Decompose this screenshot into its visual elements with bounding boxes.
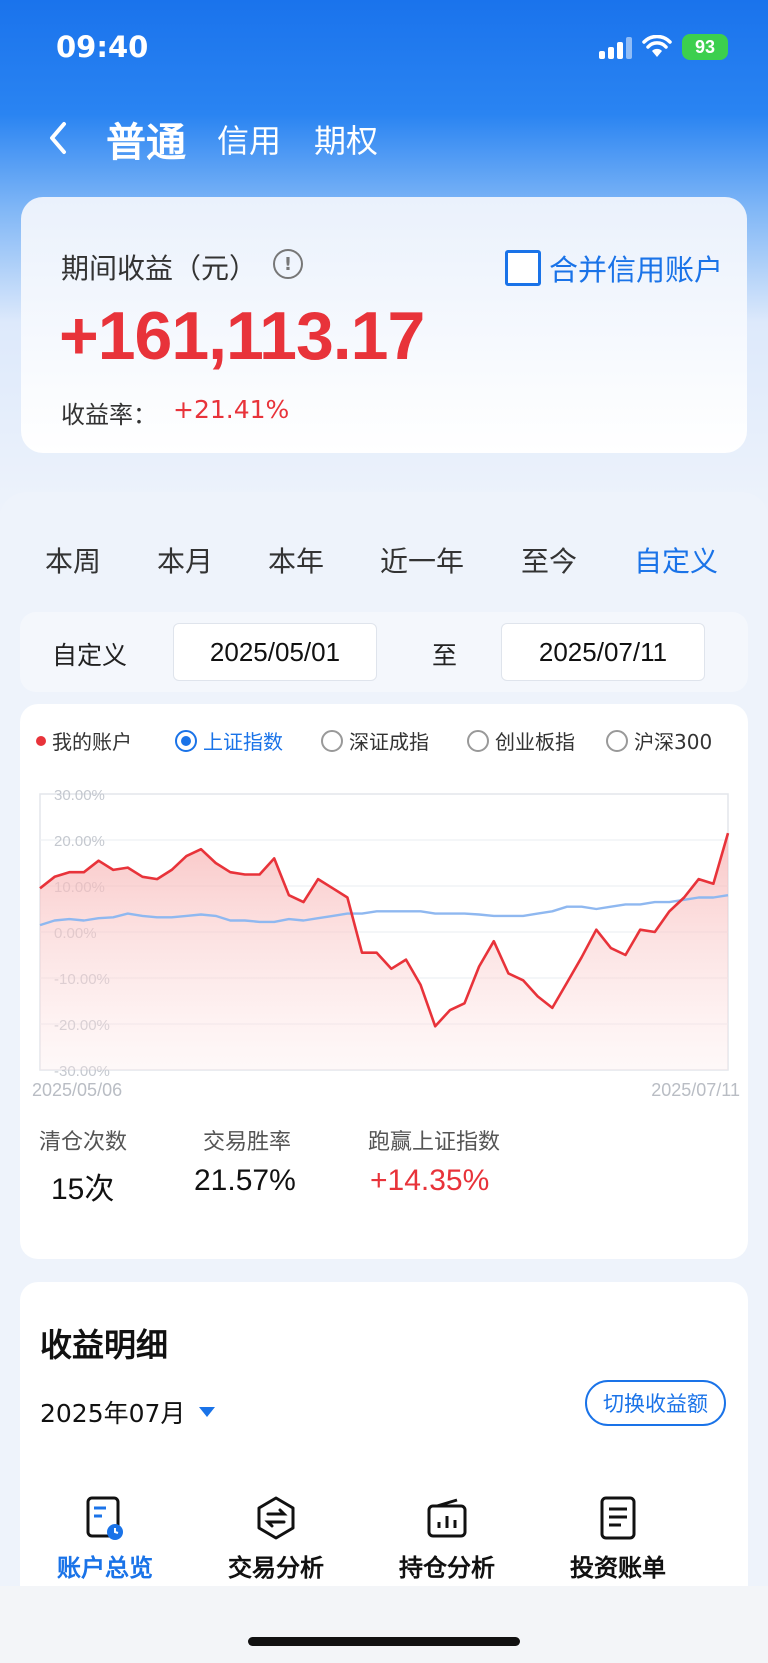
period-tab-month[interactable]: 本月 [157,540,213,580]
battery-icon: 93 [682,34,728,60]
legend-label: 我的账户 [52,730,132,754]
tab-credit[interactable]: 信用 [217,116,281,162]
radio-icon[interactable] [467,729,489,752]
radio-icon[interactable] [175,729,197,752]
switch-profit-amount-button[interactable]: 切换收益额 [585,1380,726,1426]
my-account-area [40,833,728,1070]
merge-credit-label: 合并信用账户 [548,253,723,287]
bottom-tab-position-analysis[interactable]: 持仓分析 [362,1494,532,1583]
back-arrow-icon[interactable] [40,116,80,160]
legend-csi300-index[interactable]: 沪深300 [606,726,712,755]
legend-szse-index[interactable]: 深证成指 [321,726,429,755]
custom-date-range: 自定义 2025/05/01 至 2025/07/11 [20,612,748,692]
y-tick-label: 30.00% [54,787,105,804]
bottom-tab-account-overview[interactable]: 账户总览 [20,1494,190,1583]
bottom-tab-label: 交易分析 [228,1554,324,1582]
status-icons: 93 [599,34,728,60]
legend-label: 沪深300 [634,730,713,754]
y-tick-label: 20.00% [54,833,105,850]
period-tab-to-date[interactable]: 至今 [521,540,577,580]
stat-label-win-rate: 交易胜率 [203,1130,292,1155]
investment-bill-icon [600,1496,636,1540]
month-label: 2025年07月 [40,1399,186,1428]
period-profit-label: 期间收益（元） [61,252,258,285]
bottom-tab-label: 投资账单 [570,1554,666,1582]
radio-icon[interactable] [606,729,628,752]
end-date-input[interactable]: 2025/07/11 [501,623,705,681]
chart-legend: 我的账户 上证指数 深证成指 创业板指 沪深300 [36,726,746,762]
period-profit-value: +161,113.17 [59,298,425,374]
stat-label-beat-index: 跑赢上证指数 [368,1130,501,1155]
stat-value-clear-count: 15次 [51,1173,115,1206]
bottom-navigation: 账户总览 交易分析 持仓分析 投资账单 [20,1476,748,1586]
trade-stats: 清仓次数 15次 交易胜率 21.57% 跑赢上证指数 +14.35% [20,1124,748,1224]
legend-sse-index[interactable]: 上证指数 [175,726,283,755]
bottom-tab-label: 持仓分析 [399,1554,495,1582]
bottom-tab-label: 账户总览 [57,1554,153,1582]
custom-range-label: 自定义 [52,641,128,670]
my-account-dot-icon [36,735,46,746]
month-selector[interactable]: 2025年07月 [40,1394,216,1430]
legend-label: 上证指数 [203,730,283,754]
period-tab-week[interactable]: 本周 [45,540,101,580]
period-tab-custom[interactable]: 自定义 [634,540,718,580]
bottom-safe-area [0,1586,768,1663]
radio-icon[interactable] [321,729,343,752]
home-indicator [248,1637,520,1646]
bottom-tab-investment-bill[interactable]: 投资账单 [533,1494,703,1583]
return-rate-value: +21.41% [173,395,290,424]
profit-detail-title: 收益明细 [40,1326,169,1364]
caret-down-icon[interactable] [199,1407,216,1417]
wifi-icon [642,35,672,57]
legend-label: 创业板指 [495,730,575,754]
period-profit-card: 期间收益（元） ! 合并信用账户 +161,113.17 收益率： +21.41… [21,197,747,453]
trade-analysis-icon [257,1496,295,1540]
stat-value-beat-index: +14.35% [370,1164,490,1197]
merge-credit-toggle[interactable]: 合并信用账户 [504,247,723,289]
account-overview-icon [86,1496,123,1540]
account-type-nav: 普通 信用 期权 [0,108,768,168]
period-tab-year[interactable]: 本年 [268,540,324,580]
x-start-label: 2025/05/06 [32,1080,122,1100]
period-tabs: 本周 本月 本年 近一年 至今 自定义 [0,540,768,628]
start-date-input[interactable]: 2025/05/01 [173,623,377,681]
return-rate-label: 收益率： [61,401,157,429]
merge-credit-checkbox[interactable] [504,250,541,286]
stat-label-clear-count: 清仓次数 [39,1130,128,1155]
signal-icon [599,35,632,59]
status-time: 09:40 [56,30,149,64]
info-icon[interactable]: ! [273,249,303,279]
tab-options[interactable]: 期权 [314,116,378,162]
bottom-tab-trade-analysis[interactable]: 交易分析 [191,1494,361,1583]
range-separator: 至 [432,641,458,670]
return-chart-card: 我的账户 上证指数 深证成指 创业板指 沪深300 30.00%20.00%10… [20,704,748,1259]
stat-value-win-rate: 21.57% [194,1164,296,1197]
period-tab-last-year[interactable]: 近一年 [380,540,464,580]
return-line-chart: 30.00%20.00%10.00%0.00%-10.00%-20.00%-30… [32,787,740,1100]
x-end-label: 2025/07/11 [651,1080,740,1100]
legend-chinext-index[interactable]: 创业板指 [467,726,575,755]
position-analysis-icon [427,1498,467,1538]
tab-normal[interactable]: 普通 [106,110,186,168]
legend-label: 深证成指 [349,730,429,754]
legend-my-account: 我的账户 [36,726,132,755]
